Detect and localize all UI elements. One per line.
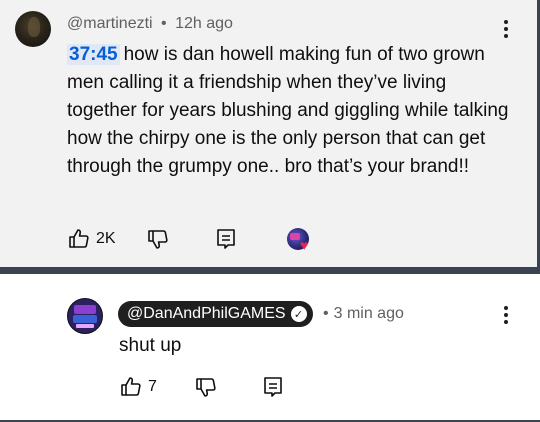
commenter-handle[interactable]: @martinezti [67, 15, 153, 32]
dislike-button[interactable] [194, 375, 218, 399]
comment-actions: 2K [67, 227, 237, 251]
thumbs-up-icon [69, 229, 89, 248]
comment-card: @martinezti • 12h ago 37:45 how is dan ho… [0, 0, 540, 267]
creator-heart-icon: ♥ [300, 237, 309, 253]
channel-avatar[interactable] [67, 298, 103, 334]
thumbs-up-icon [121, 377, 141, 396]
reply-button[interactable] [215, 227, 237, 251]
thumbs-down-icon [196, 378, 216, 397]
like-count: 7 [148, 378, 157, 395]
comment-header: @martinezti • 12h ago [67, 15, 233, 33]
reply-card [0, 274, 540, 422]
separator-dot: • [323, 305, 329, 322]
comment-body: how is dan howell making fun of two grow… [67, 44, 509, 177]
more-vertical-icon[interactable] [498, 304, 514, 326]
comment-age: 12h ago [175, 15, 233, 32]
reply-button[interactable] [262, 375, 284, 399]
reply-header-meta: • 3 min ago [323, 305, 404, 323]
channel-owner-badge[interactable]: @DanAndPhilGAMES ✓ [118, 301, 313, 327]
reply-handle: @DanAndPhilGAMES [127, 305, 286, 322]
dislike-button[interactable] [146, 227, 170, 251]
like-button[interactable]: 2K [67, 227, 116, 251]
reply-icon [264, 377, 282, 397]
reply-age: 3 min ago [333, 305, 404, 322]
thumbs-down-icon [147, 230, 168, 249]
more-vertical-icon[interactable] [498, 18, 514, 40]
separator-dot: • [161, 15, 167, 32]
reply-actions: 7 [119, 375, 284, 399]
reply-icon [216, 229, 235, 249]
comment-text: 37:45 how is dan howell making fun of two… [67, 41, 512, 181]
reply-text: shut up [119, 335, 182, 356]
timestamp-link[interactable]: 37:45 [67, 44, 120, 65]
like-count: 2K [96, 230, 116, 247]
verified-check-icon: ✓ [290, 306, 307, 322]
like-button[interactable]: 7 [119, 375, 157, 399]
commenter-avatar[interactable] [15, 11, 51, 47]
